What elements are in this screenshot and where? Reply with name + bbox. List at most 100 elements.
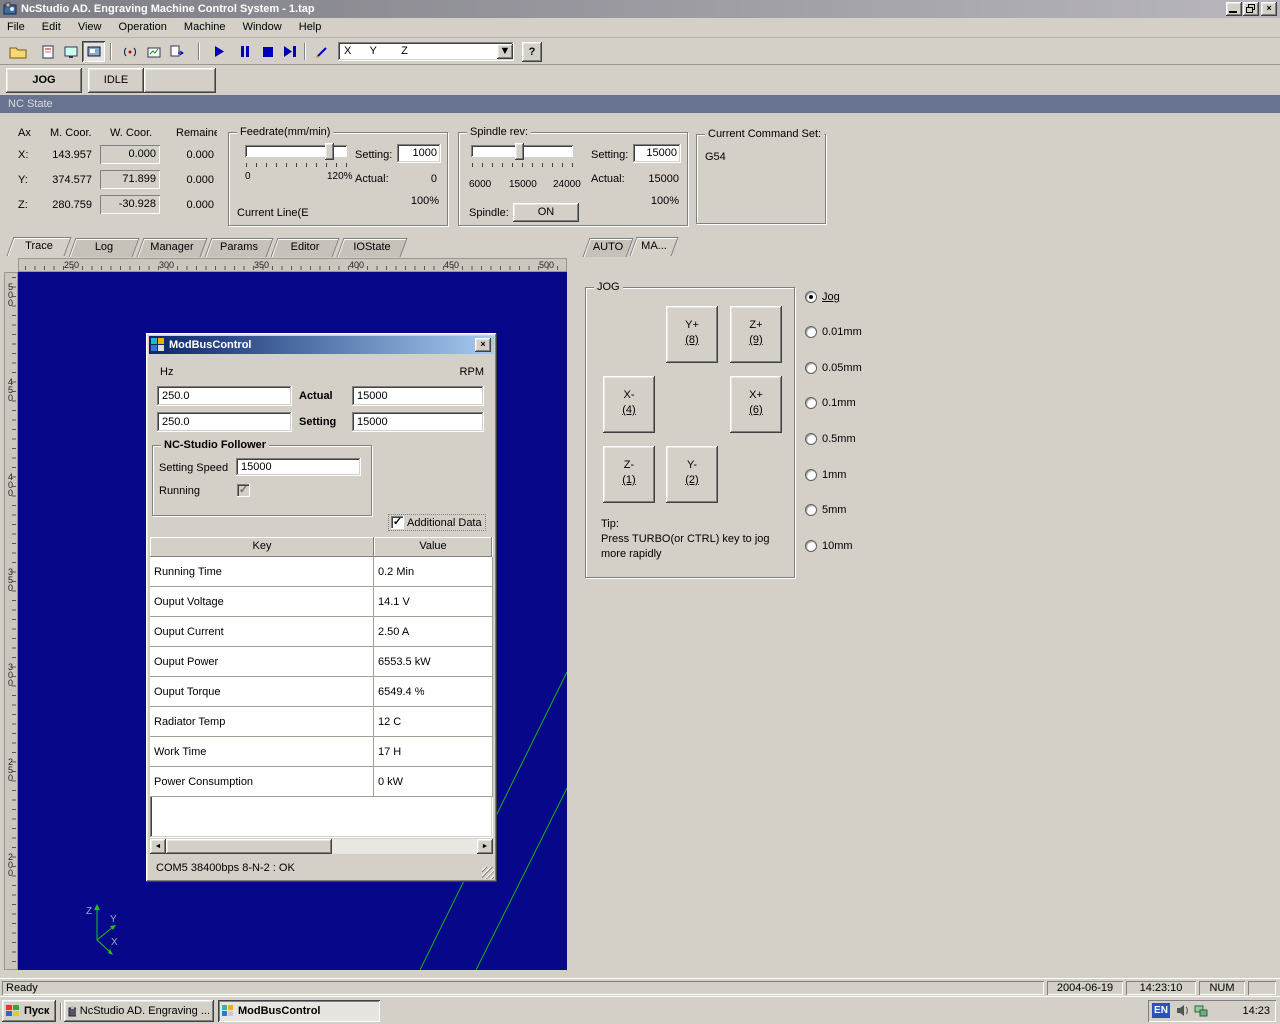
radio-0-01mm[interactable] bbox=[805, 326, 817, 338]
export-icon[interactable] bbox=[165, 41, 188, 62]
start-button[interactable]: Пуск bbox=[2, 1000, 56, 1022]
feedrate-slider-thumb[interactable] bbox=[325, 143, 334, 160]
jog-group: JOG Y+(8) Z+(9) X-(4) X+(6) Z-(1) Y-(2) … bbox=[585, 287, 795, 578]
task-ncstudio[interactable]: NcStudio AD. Engraving ... bbox=[64, 1000, 214, 1022]
feedrate-actual-value: 0 bbox=[399, 173, 437, 185]
table-header-value[interactable]: Value bbox=[374, 537, 492, 557]
running-checkbox[interactable]: ✓ bbox=[237, 484, 250, 497]
modbus-hscrollbar[interactable]: ◄ ► bbox=[150, 839, 493, 854]
menu-bar: File Edit View Operation Machine Window … bbox=[0, 18, 1280, 38]
work-coord-field[interactable]: -30.928 bbox=[100, 195, 160, 214]
task-modbuscontrol[interactable]: ModBusControl bbox=[218, 1000, 380, 1022]
feedrate-scale-min: 0 bbox=[245, 171, 251, 182]
pause-icon[interactable] bbox=[233, 41, 256, 62]
modbus-dialog[interactable]: ModBusControl × Hz RPM 250.0 Actual 1500… bbox=[146, 333, 497, 882]
spindle-actual-label: Actual: bbox=[591, 173, 625, 185]
jog-z-plus-button[interactable]: Z+(9) bbox=[730, 306, 782, 363]
minimize-button[interactable] bbox=[1226, 2, 1242, 16]
tab-iostate[interactable]: IOState bbox=[337, 238, 408, 257]
tab-editor[interactable]: Editor bbox=[271, 238, 340, 257]
spindle-setting-field[interactable]: 15000 bbox=[633, 144, 681, 163]
radio-0-5mm[interactable] bbox=[805, 433, 817, 445]
radio-0-05mm[interactable] bbox=[805, 362, 817, 374]
view-select-icon[interactable] bbox=[82, 41, 105, 62]
modbus-title-bar[interactable]: ModBusControl × bbox=[149, 336, 494, 354]
spindle-slider-thumb[interactable] bbox=[515, 143, 524, 160]
spindle-on-button[interactable]: ON bbox=[513, 203, 579, 222]
additional-data-checkbox[interactable]: ✓ bbox=[391, 516, 404, 529]
tab-trace[interactable]: Trace bbox=[7, 237, 72, 256]
additional-data-toggle[interactable]: ✓ Additional Data bbox=[388, 514, 486, 531]
tab-auto[interactable]: AUTO bbox=[583, 238, 634, 257]
axis-combo-dropdown-icon[interactable]: ▼ bbox=[497, 44, 513, 59]
col-header-axis: Ax bbox=[18, 127, 31, 139]
setting-hz-field[interactable]: 250.0 bbox=[157, 412, 292, 432]
axis-combo[interactable]: X Y Z bbox=[338, 42, 514, 61]
remained-value: 0.000 bbox=[178, 149, 214, 161]
play-icon[interactable] bbox=[208, 41, 231, 62]
status-date: 2004-06-19 bbox=[1047, 981, 1123, 995]
help-button[interactable]: ? bbox=[522, 42, 542, 62]
axis-label: Y: bbox=[18, 174, 28, 186]
current-command-value: G54 bbox=[705, 151, 726, 163]
work-coord-field[interactable]: 71.899 bbox=[100, 170, 160, 189]
menu-view[interactable]: View bbox=[71, 18, 109, 36]
table-row: Ouput Current2.50 A bbox=[150, 617, 493, 647]
simulate-icon[interactable] bbox=[36, 41, 59, 62]
ruler-vertical: 500 450 400 350 300 250 200 bbox=[4, 272, 18, 970]
tray-clock[interactable]: 14:23 bbox=[1242, 1005, 1270, 1017]
jog-y-plus-button[interactable]: Y+(8) bbox=[666, 306, 718, 363]
menu-help[interactable]: Help bbox=[292, 18, 329, 36]
follower-speed-field[interactable]: 15000 bbox=[236, 458, 361, 476]
jog-x-plus-button[interactable]: X+(6) bbox=[730, 376, 782, 433]
radio-10mm[interactable] bbox=[805, 540, 817, 552]
edit-pencil-icon[interactable] bbox=[310, 41, 333, 62]
menu-operation[interactable]: Operation bbox=[112, 18, 174, 36]
radio-0-1mm[interactable] bbox=[805, 397, 817, 409]
trace-follow-icon[interactable] bbox=[142, 41, 165, 62]
radio-jog[interactable] bbox=[805, 291, 817, 303]
tab-params[interactable]: Params bbox=[205, 238, 274, 257]
machine-coord-value: 143.957 bbox=[36, 149, 92, 161]
jog-mode-button[interactable]: JOG bbox=[6, 68, 82, 93]
resize-grip[interactable] bbox=[482, 867, 494, 879]
actual-hz-field[interactable]: 250.0 bbox=[157, 386, 292, 406]
jog-x-minus-button[interactable]: X-(4) bbox=[603, 376, 655, 433]
volume-icon[interactable] bbox=[1176, 1004, 1190, 1017]
restore-button[interactable] bbox=[1243, 2, 1259, 16]
table-header-key[interactable]: Key bbox=[150, 537, 374, 557]
idle-state-button[interactable]: IDLE bbox=[88, 68, 144, 93]
network-icon[interactable] bbox=[1194, 1004, 1208, 1017]
tab-log[interactable]: Log bbox=[69, 238, 140, 257]
setting-rpm-field[interactable]: 15000 bbox=[352, 412, 484, 432]
scrollbar-thumb[interactable] bbox=[166, 839, 332, 854]
screen-preview-icon[interactable] bbox=[59, 41, 82, 62]
system-tray: EN 14:23 bbox=[1148, 1000, 1276, 1022]
scroll-right-icon[interactable]: ► bbox=[477, 839, 493, 854]
scroll-left-icon[interactable]: ◄ bbox=[150, 839, 166, 854]
stop-icon[interactable] bbox=[256, 41, 279, 62]
work-coord-field[interactable]: 0.000 bbox=[100, 145, 160, 164]
open-file-icon[interactable] bbox=[6, 41, 29, 62]
jog-z-minus-button[interactable]: Z-(1) bbox=[603, 446, 655, 503]
menu-edit[interactable]: Edit bbox=[35, 18, 68, 36]
radio-5mm[interactable] bbox=[805, 504, 817, 516]
menu-file[interactable]: File bbox=[0, 18, 32, 36]
menu-window[interactable]: Window bbox=[236, 18, 289, 36]
tab-manual[interactable]: MA... bbox=[630, 237, 679, 256]
language-indicator[interactable]: EN bbox=[1152, 1003, 1170, 1018]
title-bar[interactable]: NcStudio AD. Engraving Machine Control S… bbox=[0, 0, 1280, 18]
actual-row-label: Actual bbox=[299, 390, 333, 402]
feedrate-setting-field[interactable]: 1000 bbox=[397, 144, 441, 163]
antenna-icon[interactable] bbox=[118, 41, 141, 62]
step-icon[interactable] bbox=[279, 41, 302, 62]
close-button[interactable]: × bbox=[1261, 2, 1277, 16]
menu-machine[interactable]: Machine bbox=[177, 18, 233, 36]
svg-text:Y: Y bbox=[110, 914, 117, 925]
col-header-remained: Remained bbox=[176, 127, 217, 139]
jog-y-minus-button[interactable]: Y-(2) bbox=[666, 446, 718, 503]
modbus-close-button[interactable]: × bbox=[475, 338, 491, 352]
tab-manager[interactable]: Manager bbox=[137, 238, 208, 257]
actual-rpm-field[interactable]: 15000 bbox=[352, 386, 484, 406]
radio-1mm[interactable] bbox=[805, 469, 817, 481]
